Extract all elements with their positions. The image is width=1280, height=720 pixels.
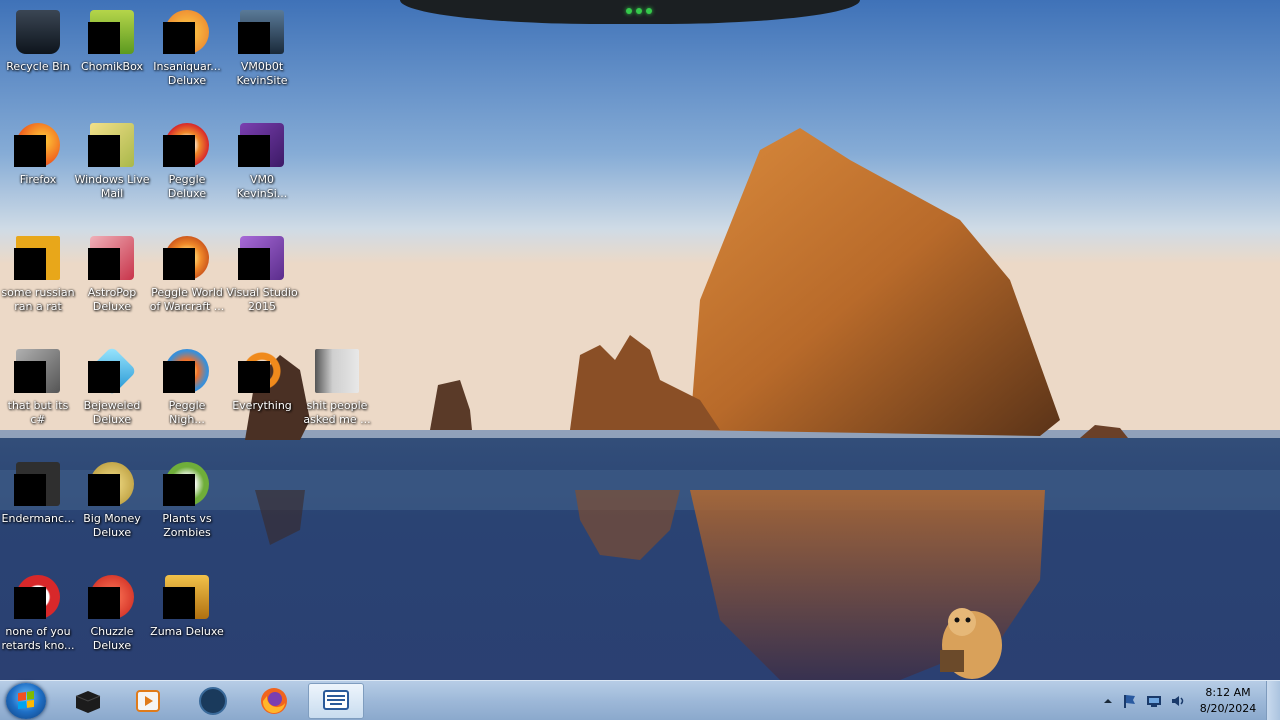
- desktop-icon-label: Chuzzle Deluxe: [90, 625, 134, 652]
- visual-studio-icon: [238, 121, 286, 169]
- desktop-icon-astropop[interactable]: AstroPop Deluxe: [74, 228, 150, 336]
- keyboard-app-icon: [323, 690, 349, 710]
- show-hidden-icons-chevron-icon[interactable]: [1100, 693, 1116, 709]
- desktop-icon-label: Peggle World of Warcraft ...: [149, 286, 225, 313]
- desktop-icon-chuzzle[interactable]: Chuzzle Deluxe: [74, 567, 150, 675]
- desktop-icon-label: none of you retards kno...: [1, 625, 75, 652]
- desktop-icon-label: Firefox: [19, 173, 57, 186]
- desktop-icon-endermanch[interactable]: Endermanc...: [0, 454, 76, 562]
- peggle-nights-icon: [163, 347, 211, 395]
- start-button[interactable]: [6, 683, 46, 719]
- clock-date: 8/20/2024: [1199, 702, 1257, 715]
- globe-app-icon: [199, 687, 227, 715]
- visual-studio-icon: [238, 234, 286, 282]
- taskbar-clock[interactable]: 8:12 AM 8/20/2024: [1192, 685, 1264, 717]
- desktop-icon-peggle-deluxe[interactable]: Peggle Deluxe: [149, 115, 225, 223]
- taskbar-pinned-globe-app[interactable]: [185, 683, 241, 719]
- desktop-icon-chomikbox[interactable]: ChomikBox: [74, 2, 150, 110]
- desktop-icon-big-money[interactable]: Big Money Deluxe: [74, 454, 150, 562]
- desktop-icon-label: VM0b0t KevinSite: [236, 60, 288, 87]
- desktop-icon-label: Insaniquar... Deluxe: [153, 60, 221, 87]
- desktop-icon-label: that but its c#: [7, 399, 69, 426]
- black-box-app-icon: [75, 691, 101, 713]
- desktop-icon-label: AstroPop Deluxe: [87, 286, 137, 313]
- chomikbox-icon: [88, 8, 136, 56]
- taskbar-pinned-black-box-app[interactable]: [60, 683, 116, 719]
- desktop-icon-label: Endermanc...: [1, 512, 75, 525]
- big-money-icon: [88, 460, 136, 508]
- peggle-icon: [163, 121, 211, 169]
- clock-time: 8:12 AM: [1205, 686, 1251, 699]
- desktop-icon-label: Zuma Deluxe: [150, 625, 224, 638]
- desktop-icon-windows-live-mail[interactable]: Windows Live Mail: [74, 115, 150, 223]
- desktop-icon-label: Big Money Deluxe: [83, 512, 141, 539]
- firefox-icon: [14, 121, 62, 169]
- rat-icon: [14, 234, 62, 282]
- desktop-icon-firefox[interactable]: Firefox: [0, 115, 76, 223]
- desktop-icon-insaniquarium[interactable]: Insaniquar... Deluxe: [149, 2, 225, 110]
- desktop[interactable]: Recycle Bin Firefox some russian ran a r…: [0, 0, 1280, 720]
- desktop-icon-label: Windows Live Mail: [74, 173, 150, 200]
- volume-icon[interactable]: [1170, 693, 1186, 709]
- astropop-icon: [88, 234, 136, 282]
- desktop-icon-label: Peggle Deluxe: [167, 173, 207, 200]
- desktop-icon-label: shit people asked me ...: [303, 399, 371, 426]
- desktop-icon-label: VM0 KevinSi...: [236, 173, 288, 200]
- desktop-icon-visual-studio-2015[interactable]: Visual Studio 2015: [224, 228, 300, 336]
- desktop-icon-label: ChomikBox: [81, 60, 143, 73]
- desktop-icon-peggle-wow[interactable]: Peggle World of Warcraft ...: [149, 228, 225, 336]
- zuma-icon: [163, 573, 211, 621]
- desktop-icon-vm0b0t-kevinsite[interactable]: VM0b0t KevinSite: [224, 2, 300, 110]
- desktop-icon-that-but-its-csharp[interactable]: that but its c#: [0, 341, 76, 449]
- taskbar-pinned-firefox[interactable]: [246, 683, 302, 719]
- network-icon[interactable]: [1146, 693, 1162, 709]
- stacked-windows-icon: [14, 347, 62, 395]
- monitor-icon: [238, 8, 286, 56]
- desktop-icon-plants-vs-zombies[interactable]: Plants vs Zombies: [149, 454, 225, 562]
- firefox-icon: [261, 688, 287, 714]
- desktop-icon-none-of-you[interactable]: none of you retards kno...: [0, 567, 76, 675]
- media-player-icon: [136, 690, 160, 712]
- desktop-icon-vm0-kevinsite[interactable]: VM0 KevinSi...: [224, 115, 300, 223]
- desktop-icon-label: Peggle Nigh...: [168, 399, 206, 426]
- taskbar: 8:12 AM 8/20/2024: [0, 680, 1280, 720]
- desktop-icon-bejeweled[interactable]: Bejeweled Deluxe: [74, 341, 150, 449]
- everything-search-icon: [238, 347, 286, 395]
- desktop-icon-recycle-bin[interactable]: Recycle Bin: [0, 2, 76, 110]
- console-icon: [14, 460, 62, 508]
- desktop-icon-label: some russian ran a rat: [1, 286, 75, 313]
- peggle-wow-icon: [163, 234, 211, 282]
- bejeweled-icon: [87, 346, 137, 396]
- desktop-icon-shit-people-asked[interactable]: shit people asked me ...: [299, 341, 375, 449]
- taskbar-running-keyboard-app[interactable]: [308, 683, 364, 719]
- dock-indicator-icon: [636, 8, 642, 14]
- taskbar-pinned-media-player[interactable]: [120, 683, 176, 719]
- desktop-icon-label: Everything: [232, 399, 292, 412]
- desktop-icon-label: Bejeweled Deluxe: [83, 399, 141, 426]
- windows-logo-icon: [18, 690, 34, 710]
- insaniquarium-icon: [163, 8, 211, 56]
- flag-icon[interactable]: [1122, 693, 1138, 709]
- chuzzle-icon: [88, 573, 136, 621]
- red-circle-icon: [14, 573, 62, 621]
- show-desktop-button[interactable]: [1266, 681, 1280, 720]
- dock-indicator-icon: [646, 8, 652, 14]
- desktop-icon-label: Plants vs Zombies: [162, 512, 212, 539]
- dock-indicator-icon: [626, 8, 632, 14]
- desktop-icon-zuma[interactable]: Zuma Deluxe: [149, 567, 225, 675]
- desktop-icon-peggle-nights[interactable]: Peggle Nigh...: [149, 341, 225, 449]
- recycle-bin-icon: [14, 8, 62, 56]
- folder-icon: [313, 347, 361, 395]
- desktop-icon-label: Recycle Bin: [6, 60, 70, 73]
- desktop-icon-label: Visual Studio 2015: [226, 286, 298, 313]
- desktop-icon-some-russian[interactable]: some russian ran a rat: [0, 228, 76, 336]
- mail-icon: [88, 121, 136, 169]
- desktop-icon-everything[interactable]: Everything: [224, 341, 300, 449]
- plants-vs-zombies-icon: [163, 460, 211, 508]
